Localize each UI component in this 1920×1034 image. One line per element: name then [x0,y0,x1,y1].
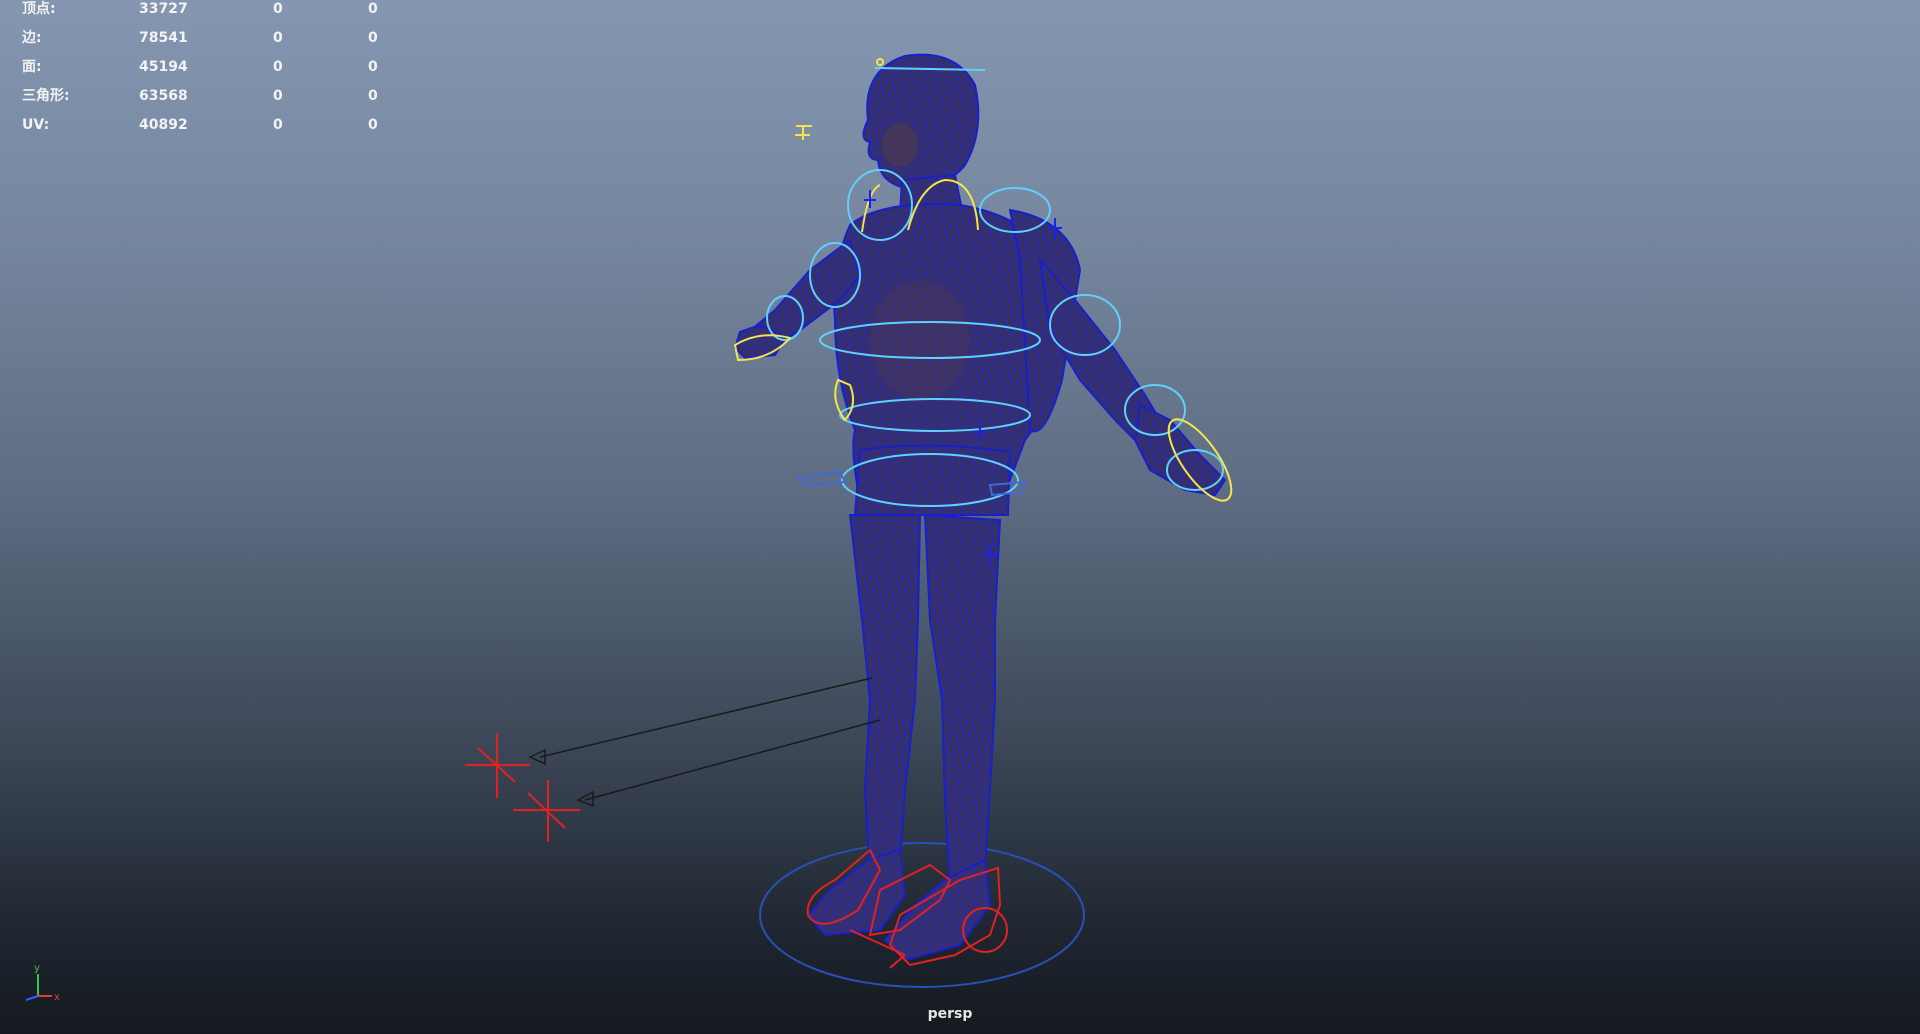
look-at-locator[interactable] [795,125,812,140]
character-leg-left [848,514,922,882]
character-head [862,53,980,190]
chest-shading [870,280,970,400]
scene-canvas[interactable] [0,0,1920,1034]
axis-gizmo: y x [25,963,60,1003]
maya-viewport[interactable]: 顶点: 33727 0 0 边: 78541 0 0 面: 45194 0 0 … [0,0,1920,1034]
character-leg-right [923,513,1002,892]
locator[interactable] [795,470,847,487]
character-hips [853,444,1012,516]
x-axis-label: x [54,992,60,1003]
pole-vectors[interactable] [465,677,881,842]
camera-name-label: persp [927,1006,973,1022]
pole-vector-line-left [539,677,873,758]
pole-vector-line-right [584,719,881,801]
face-shading [882,123,918,167]
y-axis-label: y [34,963,40,974]
z-axis-icon [25,995,39,1001]
character-mesh[interactable] [733,53,1227,962]
character-hand-right [1133,403,1227,497]
knee-locator-right[interactable] [513,780,580,842]
locator[interactable] [864,190,876,208]
knee-locator-left[interactable] [465,733,530,798]
head-top-marker[interactable] [876,58,884,66]
